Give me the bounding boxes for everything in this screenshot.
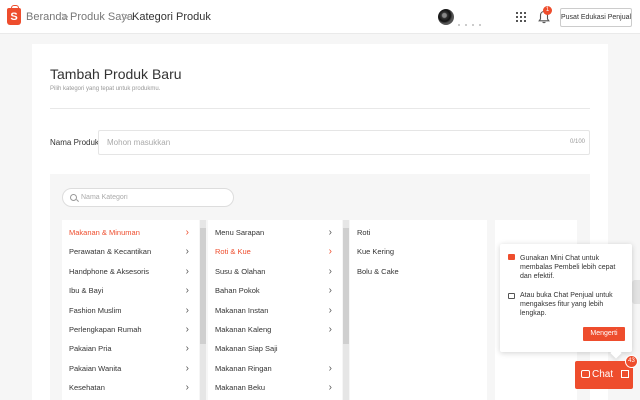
expand-chat-icon[interactable] <box>621 370 629 378</box>
breadcrumb-separator-icon: > <box>122 9 130 24</box>
breadcrumb-separator-icon: > <box>61 9 69 24</box>
chevron-right-icon: › <box>185 285 189 297</box>
category-item-label: Perawatan & Kecantikan <box>69 247 152 257</box>
chevron-right-icon: › <box>328 227 332 238</box>
category-item-label: Roti & Kue <box>215 247 251 257</box>
category-item[interactable]: Fashion Muslim › <box>62 301 199 320</box>
category-item[interactable]: Kesehatan › <box>62 378 199 397</box>
category-item[interactable]: Makanan Beku › <box>208 378 342 397</box>
category-item[interactable]: Makanan Ringan › <box>208 359 342 378</box>
category-item-label: Makanan Instan <box>215 305 269 315</box>
category-item[interactable]: Ibu & Bayi › <box>62 281 199 300</box>
chevron-right-icon: › <box>328 285 332 297</box>
search-icon <box>70 194 77 201</box>
scrollbar-thumb[interactable] <box>343 228 349 344</box>
category-item-label: Kesehatan <box>69 383 105 393</box>
category-item-label: Menu Sarapan <box>215 228 265 237</box>
page-subtitle: Pilih kategori yang tepat untuk produkmu… <box>50 86 161 92</box>
chevron-right-icon: › <box>185 304 189 316</box>
chevron-right-icon: › <box>328 304 332 316</box>
category-item[interactable]: Roti & Kue › <box>208 242 342 261</box>
category-item-label: Roti <box>357 228 371 237</box>
chat-bubble-icon <box>581 370 590 378</box>
chevron-right-icon: › <box>185 227 189 238</box>
category-item[interactable]: Menu Sarapan › <box>208 223 342 242</box>
chevron-right-icon: › <box>185 246 189 258</box>
category-level1-list: Makanan & Minuman › Perawatan & Kecantika… <box>62 220 199 400</box>
chevron-right-icon: › <box>328 246 332 258</box>
shop-avatar[interactable] <box>438 9 454 25</box>
chevron-right-icon: › <box>185 382 189 394</box>
apps-grid-icon[interactable] <box>516 12 526 22</box>
category-item[interactable]: Roti <box>350 223 487 242</box>
tooltip-text-seller-chat: Atau buka Chat Penjual untuk mengakses f… <box>520 292 613 317</box>
category-item-label: Pakaian Pria <box>69 344 112 354</box>
chevron-right-icon: › <box>185 265 189 277</box>
mini-chat-tooltip: Gunakan Mini Chat untuk membalas Pembeli… <box>500 244 632 352</box>
product-name-input[interactable] <box>99 131 539 154</box>
page-title: Tambah Produk Baru <box>50 66 182 82</box>
category-item-label: Susu & Olahan <box>215 266 266 276</box>
category-search-input[interactable] <box>81 189 231 206</box>
category-item-label: Makanan Siap Saji <box>215 344 278 354</box>
category-search-box[interactable] <box>62 188 234 207</box>
scrollbar-thumb[interactable] <box>200 228 206 344</box>
chat-button[interactable]: Chat <box>575 361 633 389</box>
category-item-label: Handphone & Aksesoris <box>69 266 150 276</box>
chat-button-label: Chat <box>592 369 614 380</box>
category-item-label: Bolu & Cake <box>357 266 399 276</box>
category-item[interactable]: Makanan Instan › <box>208 301 342 320</box>
product-name-field[interactable]: 0/100 <box>98 130 590 155</box>
character-counter: 0/100 <box>569 139 585 145</box>
category-item[interactable]: Pakaian Pria › <box>62 339 199 358</box>
category-item[interactable]: Susu & Olahan › <box>208 262 342 281</box>
chevron-right-icon: › <box>185 362 189 374</box>
notification-count-badge: 1 <box>543 6 552 15</box>
side-panel-tab[interactable] <box>632 280 640 304</box>
category-item[interactable]: Perlengkapan Rumah › <box>62 320 199 339</box>
category-item[interactable]: Perawatan & Kecantikan › <box>62 242 199 261</box>
category-item-label: Makanan Kaleng <box>215 324 272 334</box>
category-item-label: Perlengkapan Rumah <box>69 324 142 334</box>
category-item-label: Makanan & Minuman <box>69 228 140 237</box>
category-item[interactable]: Bolu & Cake <box>350 262 487 281</box>
top-navigation-bar: S Beranda > Produk Saya > Kategori Produ… <box>0 0 640 34</box>
chat-unread-badge: 43 <box>625 355 638 368</box>
chevron-right-icon: › <box>185 343 189 355</box>
category-item-label: Makanan Ringan <box>215 363 272 373</box>
category-level3-list: Roti Kue Kering Bolu & Cake <box>350 220 487 400</box>
chevron-right-icon: › <box>328 382 332 394</box>
category-item[interactable]: Kue Kering <box>350 242 487 261</box>
got-it-button[interactable]: Mengerti <box>583 327 625 341</box>
shop-username-redacted[interactable] <box>458 13 492 26</box>
category-item[interactable]: Bahan Pokok › <box>208 281 342 300</box>
chevron-right-icon: › <box>328 362 332 374</box>
category-item[interactable]: Makanan & Minuman › <box>62 223 199 242</box>
chevron-right-icon: › <box>328 323 332 335</box>
category-item-label: Pakaian Wanita <box>69 363 122 373</box>
tooltip-text-mini-chat: Gunakan Mini Chat untuk membalas Pembeli… <box>520 255 616 280</box>
category-item-label: Makanan Beku <box>215 383 266 393</box>
category-level2-scrollbar[interactable] <box>343 220 349 400</box>
shopee-logo-icon[interactable]: S <box>7 5 21 25</box>
category-level1-scrollbar[interactable] <box>200 220 206 400</box>
category-level2-list: Menu Sarapan › Roti & Kue › Susu & Olahan ›… <box>208 220 342 400</box>
category-item-label: Kue Kering <box>357 247 395 257</box>
category-item[interactable]: Makanan Siap Saji <box>208 339 342 358</box>
breadcrumb-current: Kategori Produk <box>132 11 211 23</box>
category-item[interactable]: Pakaian Wanita › <box>62 359 199 378</box>
divider <box>50 108 590 109</box>
category-item[interactable]: Handphone & Aksesoris › <box>62 262 199 281</box>
category-item-label: Bahan Pokok <box>215 286 260 296</box>
seller-education-button[interactable]: Pusat Edukasi Penjual <box>560 8 632 27</box>
chat-bubble-icon <box>508 254 515 260</box>
category-item[interactable]: Makanan Kaleng › <box>208 320 342 339</box>
product-name-label: Nama Produk: <box>50 138 102 147</box>
category-item-label: Ibu & Bayi <box>69 286 104 296</box>
category-item-label: Fashion Muslim <box>69 305 122 315</box>
open-window-icon <box>508 293 515 299</box>
chevron-right-icon: › <box>328 265 332 277</box>
chevron-right-icon: › <box>185 323 189 335</box>
